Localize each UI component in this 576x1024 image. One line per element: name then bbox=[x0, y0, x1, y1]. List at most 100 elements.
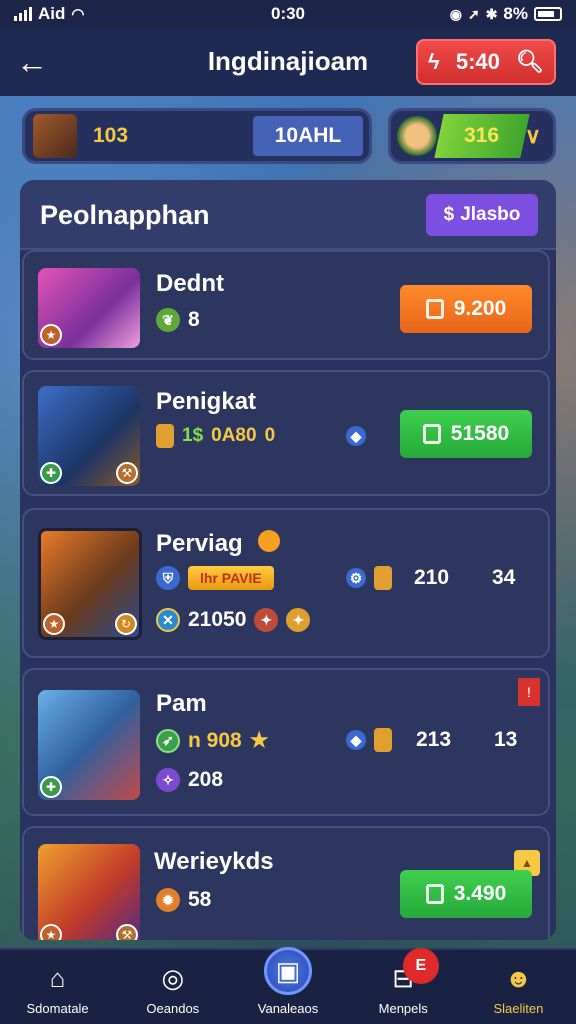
wifi-icon: ◠ bbox=[71, 6, 85, 23]
resource-bar-left[interactable]: 103 10AHL bbox=[22, 108, 372, 164]
rank-icon: ★ bbox=[40, 324, 62, 346]
location-icon: ➚ bbox=[467, 5, 480, 22]
hero-stat: ➶ n 908 ★ bbox=[156, 728, 269, 753]
hero-stat-value: 208 bbox=[188, 768, 224, 791]
status-badge: lhr PAVIE bbox=[188, 566, 274, 590]
nav-item-target[interactable]: ◎ Oeandos bbox=[115, 950, 230, 1024]
target-icon: ◎ bbox=[161, 962, 185, 993]
hero-stat: ✹ 58 bbox=[156, 888, 211, 912]
hammer-icon: ⚒ bbox=[116, 462, 138, 484]
fire-icon: ✹ bbox=[156, 888, 180, 912]
energy-button[interactable]: ϟ 5:40 🔍︎ bbox=[416, 39, 556, 85]
hero-name: Penigkat bbox=[156, 388, 257, 415]
hero-panel: Peolnapphan $ Jlasbo ★ Dednt ❦ 8 9.200 ✚… bbox=[20, 180, 556, 940]
nav-label: Menpels bbox=[378, 1001, 428, 1016]
unlock-button[interactable]: 9.200 bbox=[400, 285, 532, 333]
hero-stat-level: 34 bbox=[492, 566, 516, 589]
unlock-price: 51580 bbox=[450, 422, 510, 445]
status-time: 0:30 bbox=[270, 4, 306, 23]
shield-icon: ⛨ bbox=[156, 566, 180, 590]
nav-label: Slaeliten bbox=[493, 1001, 544, 1016]
coin-icon bbox=[374, 728, 392, 752]
hero-name: Pam bbox=[156, 690, 207, 717]
star-icon: ★ bbox=[249, 729, 269, 752]
panel-badge-label: Jlasbo bbox=[460, 204, 521, 225]
magic-icon: ✧ bbox=[156, 768, 180, 792]
hero-stat-row2: ✧ 208 bbox=[156, 768, 223, 792]
hero-portrait: ★ ↻ bbox=[38, 528, 142, 640]
gem-icon: ◆ bbox=[346, 730, 366, 750]
home-icon: ⌂ bbox=[49, 962, 66, 993]
resource-left-value: 103 bbox=[93, 124, 129, 147]
signal-icon bbox=[14, 7, 32, 21]
status-bar: Aid ◠ 0:30 ◉ ➚ ✱ 8% bbox=[0, 0, 576, 28]
hero-stat-power: 213 bbox=[416, 728, 452, 751]
header: ← Ingdinajioam ϟ 5:40 🔍︎ bbox=[0, 28, 576, 96]
unlock-price: 3.490 bbox=[453, 882, 507, 905]
hero-name: Werieykds bbox=[154, 848, 274, 875]
hero-stat: 1$ 0A80 0 bbox=[156, 424, 275, 448]
hero-card[interactable]: ★ Dednt ❦ 8 9.200 bbox=[22, 250, 550, 360]
lock-icon bbox=[425, 299, 444, 319]
hero-stat-icon: ◆ bbox=[346, 426, 366, 446]
gear-icon: ⚙ bbox=[346, 568, 366, 588]
search-icon: 🔍︎ bbox=[516, 49, 544, 74]
alert-flag-icon: ! bbox=[518, 678, 540, 706]
nav-item-heroes[interactable]: ▣ Vanaleaos bbox=[230, 947, 345, 1024]
coin-icon bbox=[156, 424, 174, 448]
skill-icon-2: ✦ bbox=[286, 608, 311, 632]
battery-icon bbox=[534, 7, 562, 21]
hero-stat-power: 210 bbox=[414, 566, 450, 589]
sword-icon: ✕ bbox=[156, 608, 180, 632]
nav-label: Oeandos bbox=[146, 1001, 200, 1016]
panel-header: Peolnapphan $ Jlasbo bbox=[20, 180, 556, 250]
rank-icon: ✚ bbox=[40, 776, 62, 798]
hero-stat: ❦ 8 bbox=[156, 308, 200, 332]
hero-stat-row2: ✕ 21050 ✦ ✦ bbox=[156, 608, 311, 632]
coin-icon bbox=[374, 566, 392, 590]
resource-bar-right[interactable]: 316 ∨ bbox=[388, 108, 556, 164]
hero-stat-secondary: 0A80 bbox=[211, 425, 257, 446]
panel-title: Peolnapphan bbox=[40, 200, 210, 230]
hero-portrait: ★ ⚒ bbox=[38, 844, 140, 940]
unlock-price: 9.200 bbox=[453, 297, 507, 320]
hero-card[interactable]: ! ✚ Pam ➶ n 908 ★ ◆ 213 13 ✧ 208 bbox=[22, 668, 550, 816]
panel-badge-button[interactable]: $ Jlasbo bbox=[426, 194, 538, 236]
nav-label: Sdomatale bbox=[26, 1001, 89, 1016]
nav-label: Vanaleaos bbox=[257, 1001, 319, 1016]
hero-card[interactable]: ✚ ⚒ Penigkat 1$ 0A80 0 ◆ 51580 bbox=[22, 370, 550, 496]
hero-stat: ⛨ lhr PAVIE bbox=[156, 566, 274, 590]
hero-portrait: ★ bbox=[38, 268, 140, 348]
nav-item-home[interactable]: ⌂ Sdomatale bbox=[0, 950, 115, 1024]
back-button[interactable]: ← bbox=[16, 42, 56, 82]
hero-card[interactable]: ★ ↻ Perviag ⛨ lhr PAVIE ⚙ 210 34 ✕ 21050… bbox=[22, 508, 550, 658]
resource-right-pill: 316 bbox=[434, 114, 530, 158]
nav-item-inbox[interactable]: ⊟ E Menpels bbox=[346, 948, 461, 1024]
hero-stat-value: 8 bbox=[188, 308, 200, 331]
hero-card[interactable]: ▲ ★ ⚒ Werieykds ✹ 58 3.490 bbox=[22, 826, 550, 940]
carrier-label: Aid bbox=[38, 4, 66, 23]
unlock-button[interactable]: 51580 bbox=[400, 410, 532, 458]
avatar bbox=[33, 114, 77, 158]
card-icon: ▣ bbox=[264, 947, 312, 995]
rank-icon: ★ bbox=[40, 924, 62, 940]
nav-item-shop[interactable]: ☻ Slaeliten bbox=[461, 950, 576, 1024]
hero-stat-tertiary: 0 bbox=[264, 425, 276, 446]
refresh-icon: ↻ bbox=[115, 613, 137, 635]
lock-icon bbox=[422, 424, 441, 444]
rank-icon: ★ bbox=[43, 613, 65, 635]
avatar-right bbox=[397, 116, 437, 156]
battery-percent: 8% bbox=[503, 4, 528, 23]
rank-icon: ✚ bbox=[40, 462, 62, 484]
smiley-icon: ☻ bbox=[504, 962, 533, 993]
hero-name: Perviag bbox=[156, 530, 243, 557]
hero-stat-value: 58 bbox=[188, 888, 212, 911]
hero-portrait: ✚ bbox=[38, 690, 140, 800]
hero-portrait: ✚ ⚒ bbox=[38, 386, 140, 486]
lock-icon bbox=[425, 884, 444, 904]
hero-name: Dednt bbox=[156, 270, 224, 297]
unlock-button[interactable]: 3.490 bbox=[400, 870, 532, 918]
hero-stat-value: 21050 bbox=[188, 608, 247, 631]
bow-icon: ➶ bbox=[156, 728, 180, 753]
energy-value: 5:40 bbox=[455, 49, 500, 74]
